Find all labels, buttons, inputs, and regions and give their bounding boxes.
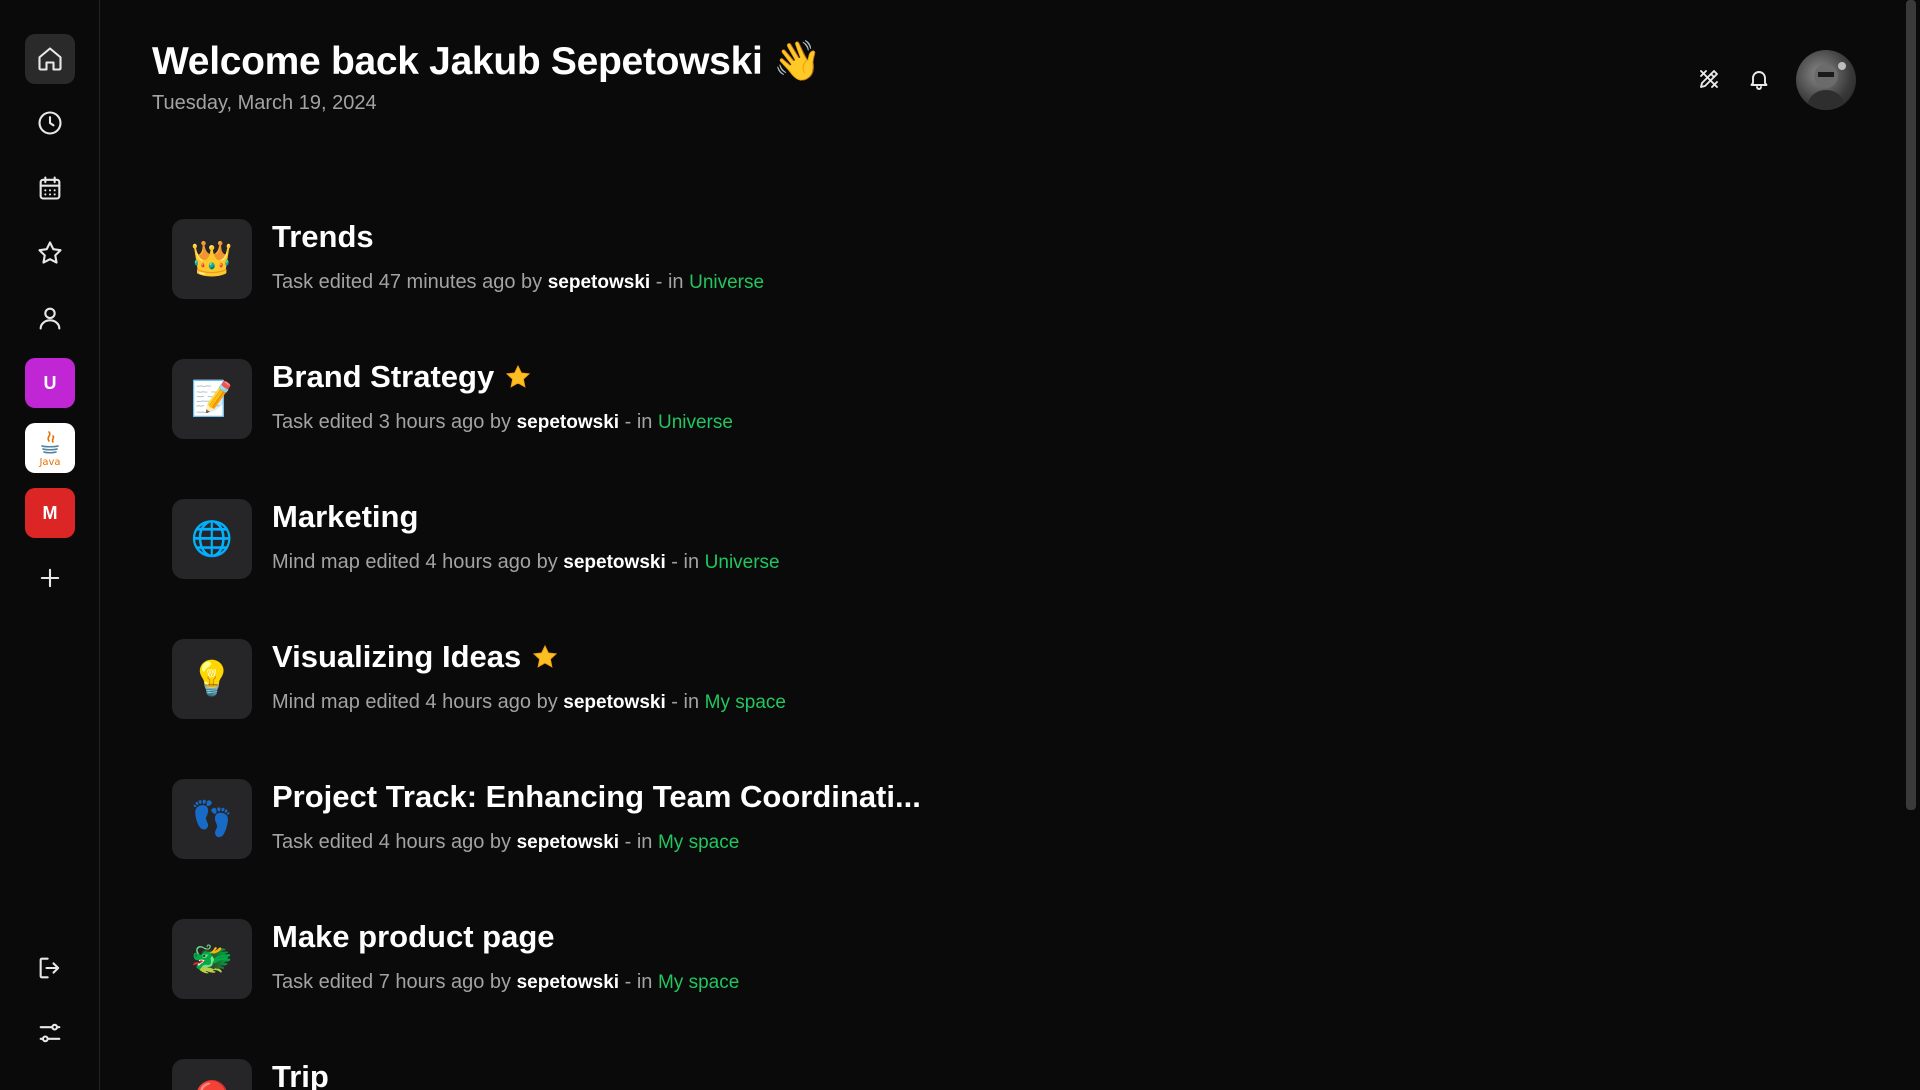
item-title[interactable]: Make product page <box>272 919 555 955</box>
home-icon <box>38 47 62 71</box>
space-java-button[interactable]: Java <box>25 423 75 473</box>
item-space-link[interactable]: Universe <box>658 412 733 433</box>
list-item[interactable]: 🌐 Marketing Mind map edited 4 hours ago … <box>172 499 1032 589</box>
item-icon: 🌐 <box>172 499 252 579</box>
theme-toggle-button[interactable] <box>1692 62 1726 96</box>
sidebar: U Java M <box>0 0 100 1090</box>
item-space-link[interactable]: Universe <box>689 272 764 293</box>
notifications-button[interactable] <box>1742 62 1776 96</box>
item-user: sepetowski <box>547 272 651 293</box>
item-meta: Task edited 7 hours ago by sepetowski - … <box>272 971 740 993</box>
item-icon: 👣 <box>172 779 252 859</box>
space-u-button[interactable]: U <box>25 358 75 408</box>
favorite-star-icon <box>533 644 558 668</box>
space-u-label: U <box>43 372 57 393</box>
starred-button[interactable] <box>25 228 75 278</box>
logout-icon <box>39 957 60 979</box>
bell-icon <box>1750 71 1768 90</box>
plus-icon <box>40 568 60 588</box>
item-space-link[interactable]: My space <box>658 972 739 993</box>
item-meta: Mind map edited 4 hours ago by sepetowsk… <box>272 551 780 573</box>
item-space-link[interactable]: My space <box>705 692 786 713</box>
java-logo-icon: Java <box>38 431 61 468</box>
item-user: sepetowski <box>516 412 620 433</box>
scrollbar[interactable] <box>1906 0 1916 810</box>
space-m-button[interactable]: M <box>25 488 75 538</box>
profile-button[interactable] <box>25 293 75 343</box>
user-icon <box>39 307 61 330</box>
item-icon: 👑 <box>172 219 252 299</box>
favorite-star-icon <box>506 364 531 388</box>
recent-button[interactable] <box>25 98 75 148</box>
calendar-icon <box>39 176 61 200</box>
calendar-button[interactable] <box>25 163 75 213</box>
item-user: sepetowski <box>563 692 666 713</box>
item-user: sepetowski <box>516 972 620 993</box>
item-meta: Task edited 47 minutes ago by sepetowski… <box>272 271 765 293</box>
item-user: sepetowski <box>563 552 666 573</box>
item-meta: Mind map edited 4 hours ago by sepetowsk… <box>272 691 786 713</box>
greeting-text: Welcome back Jakub Sepetowski <box>152 40 763 83</box>
item-meta: Task edited 4 hours ago by sepetowski - … <box>272 831 740 853</box>
item-space-link[interactable]: Universe <box>705 552 780 573</box>
list-item[interactable]: 🐲 Make product page Task edited 7 hours … <box>172 919 1032 1009</box>
add-space-button[interactable] <box>25 553 75 603</box>
item-title[interactable]: Marketing <box>272 499 418 535</box>
item-title[interactable]: Trip <box>272 1059 329 1090</box>
page-title: Welcome back Jakub Sepetowski 👋 <box>152 38 822 84</box>
current-date: Tuesday, March 19, 2024 <box>152 92 377 114</box>
list-item[interactable]: 👑 Trends Task edited 47 minutes ago by s… <box>172 219 1032 309</box>
sliders-icon <box>39 1023 61 1043</box>
user-avatar[interactable] <box>1796 50 1856 110</box>
pen-ruler-icon <box>1700 70 1718 88</box>
settings-button[interactable] <box>25 1008 75 1058</box>
logout-button[interactable] <box>25 943 75 993</box>
item-user: sepetowski <box>516 832 620 853</box>
wave-emoji: 👋 <box>773 39 822 84</box>
item-title[interactable]: Project Track: Enhancing Team Coordinati… <box>272 779 921 815</box>
space-m-label: M <box>42 502 58 523</box>
list-item[interactable]: 💡 Visualizing Ideas Mind map edited 4 ho… <box>172 639 1032 729</box>
list-item[interactable]: 👣 Project Track: Enhancing Team Coordina… <box>172 779 1032 869</box>
svg-text:Java: Java <box>38 457 60 468</box>
item-title[interactable]: Trends <box>272 219 374 255</box>
item-meta: Task edited 3 hours ago by sepetowski - … <box>272 411 733 433</box>
home-button[interactable] <box>25 34 75 84</box>
item-icon: 💡 <box>172 639 252 719</box>
list-item[interactable]: 📝 Brand Strategy Task edited 3 hours ago… <box>172 359 1032 449</box>
item-icon: 🐲 <box>172 919 252 999</box>
list-item[interactable]: 🔴 Trip <box>172 1059 1032 1090</box>
clock-icon <box>38 111 62 135</box>
item-space-link[interactable]: My space <box>658 832 739 853</box>
item-icon: 🔴 <box>172 1059 252 1090</box>
item-icon: 📝 <box>172 359 252 439</box>
item-title[interactable]: Brand Strategy <box>272 359 532 395</box>
avatar-photo-icon <box>1806 62 1846 110</box>
star-icon <box>38 241 62 264</box>
item-title[interactable]: Visualizing Ideas <box>272 639 559 675</box>
